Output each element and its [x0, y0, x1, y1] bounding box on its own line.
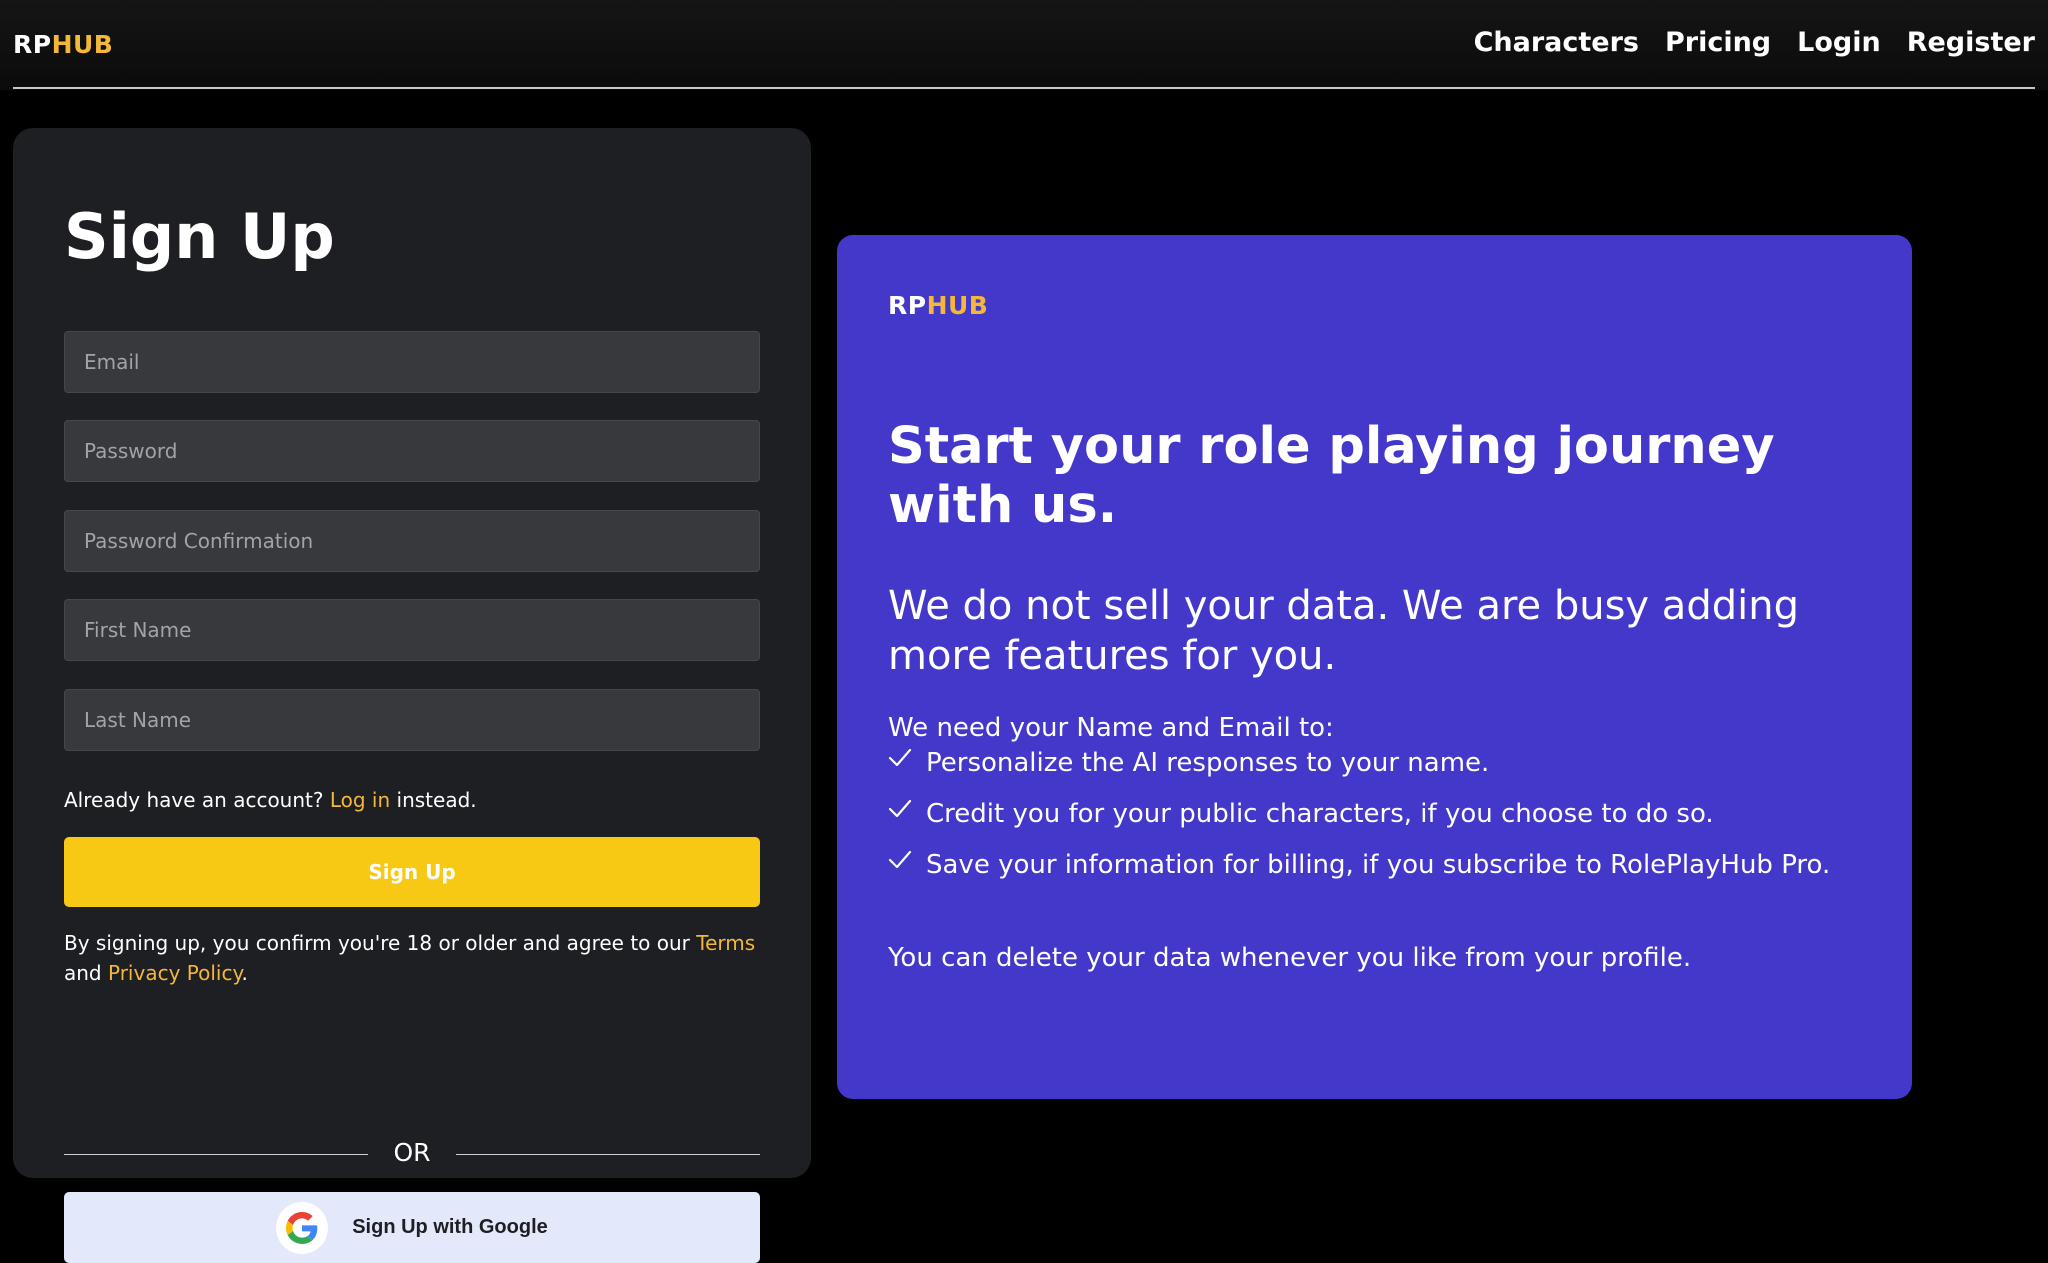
logo-rp-text: RP: [13, 30, 52, 59]
or-label: OR: [393, 1138, 431, 1167]
check-icon: [888, 799, 912, 818]
promo-logo-hub-text: HUB: [926, 291, 989, 320]
terms-end: .: [241, 961, 248, 985]
email-field[interactable]: [64, 331, 760, 393]
login-link[interactable]: Log in: [330, 788, 390, 812]
top-header: RPHUB Characters Pricing Login Register: [0, 0, 2048, 90]
password-field[interactable]: [64, 420, 760, 482]
or-divider: OR: [64, 1136, 760, 1172]
or-line-right: [456, 1154, 760, 1155]
header-logo[interactable]: RPHUB: [13, 30, 113, 59]
nav-characters-link[interactable]: Characters: [1474, 27, 1639, 58]
already-prefix: Already have an account?: [64, 788, 324, 812]
nav-login-link[interactable]: Login: [1797, 27, 1881, 58]
benefit-item: Credit you for your public characters, i…: [888, 799, 1830, 850]
terms-link[interactable]: Terms: [696, 931, 755, 955]
google-signup-label: Sign Up with Google: [352, 1216, 548, 1238]
promo-headline: Start your role playing journey with us.: [888, 417, 1775, 535]
promo-logo: RPHUB: [888, 291, 988, 320]
logo-hub-text: HUB: [51, 30, 114, 59]
terms-and: and: [64, 961, 102, 985]
check-icon: [888, 748, 912, 767]
benefits-list: Personalize the AI responses to your nam…: [888, 748, 1830, 901]
nav-register-link[interactable]: Register: [1907, 27, 2035, 58]
main-nav: Characters Pricing Login Register: [1474, 27, 2035, 58]
signup-title: Sign Up: [64, 200, 335, 273]
header-divider: [13, 87, 2035, 89]
nav-pricing-link[interactable]: Pricing: [1665, 27, 1771, 58]
signup-button[interactable]: Sign Up: [64, 837, 760, 907]
google-signup-button[interactable]: Sign Up with Google: [64, 1192, 760, 1263]
benefit-text: Save your information for billing, if yo…: [926, 850, 1831, 880]
benefit-text: Credit you for your public characters, i…: [926, 799, 1714, 829]
promo-card: RPHUB Start your role playing journey wi…: [837, 235, 1912, 1099]
terms-prefix: By signing up, you confirm you're 18 or …: [64, 931, 690, 955]
benefit-text: Personalize the AI responses to your nam…: [926, 748, 1490, 778]
first-name-field[interactable]: [64, 599, 760, 661]
privacy-policy-link[interactable]: Privacy Policy: [108, 961, 241, 985]
benefit-item: Personalize the AI responses to your nam…: [888, 748, 1830, 799]
promo-logo-rp-text: RP: [888, 291, 927, 320]
promo-subheadline: We do not sell your data. We are busy ad…: [888, 583, 1799, 679]
already-have-account-text: Already have an account? Log in instead.: [64, 788, 477, 812]
terms-notice: By signing up, you confirm you're 18 or …: [64, 928, 764, 988]
need-intro-text: We need your Name and Email to:: [888, 713, 1334, 743]
password-confirmation-field[interactable]: [64, 510, 760, 572]
signup-card: Sign Up Already have an account? Log in …: [13, 128, 811, 1263]
google-logo-icon: [276, 1201, 329, 1254]
benefit-item: Save your information for billing, if yo…: [888, 850, 1830, 901]
last-name-field[interactable]: [64, 689, 760, 751]
already-suffix: instead.: [396, 788, 477, 812]
delete-data-note: You can delete your data whenever you li…: [888, 943, 1692, 973]
check-icon: [888, 850, 912, 869]
